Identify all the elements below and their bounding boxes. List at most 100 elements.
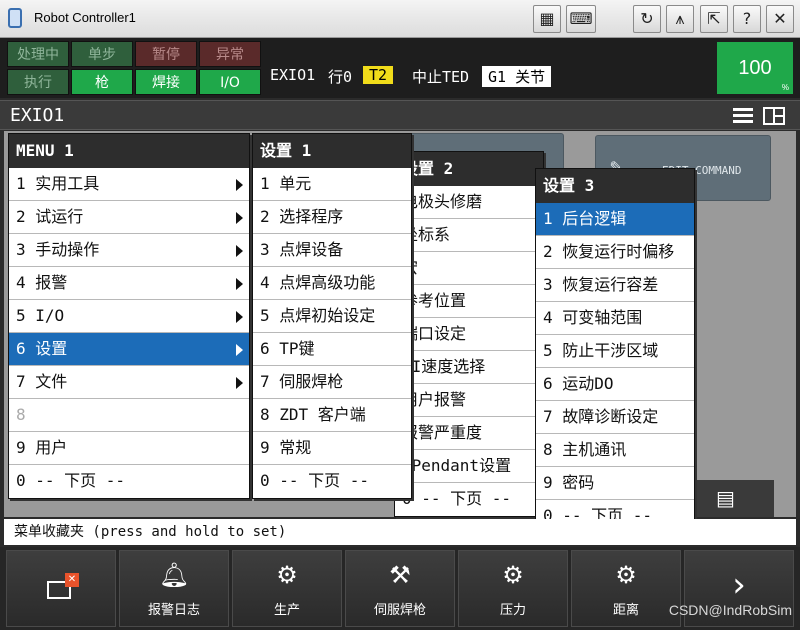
document-icon: ▤	[716, 486, 735, 510]
setup2-item-ipendant[interactable]: iPendant设置	[395, 450, 543, 483]
setup-menu-1: 设置 1 1 单元 2 选择程序 3 点焊设备 4 点焊高级功能 5 点焊初始设…	[252, 133, 412, 499]
main-menu: MENU 1 1 实用工具 2 试运行 3 手动操作 4 报警 5 I/O 6 …	[8, 133, 250, 499]
help-icon[interactable]: ?	[733, 5, 761, 33]
setup2-item-alarm-severity[interactable]: 报警严重度	[395, 417, 543, 450]
toolbar-pressure[interactable]: ⚙ 压力	[458, 550, 568, 627]
production-icon: ⚙	[276, 561, 298, 589]
distance-icon: ⚙	[615, 561, 637, 589]
setup3-item-var-axis-limits[interactable]: 4 可变轴范围	[536, 302, 694, 335]
setup1-item-spot-advanced[interactable]: 4 点焊高级功能	[253, 267, 411, 300]
setup2-item-user-alarm[interactable]: 用户报警	[395, 384, 543, 417]
status-group-badge: G1 关节	[482, 66, 552, 87]
program-name: EXIO1	[10, 105, 65, 126]
menu1-item-setup[interactable]: 6 设置	[9, 333, 249, 366]
setup1-item-servo-gun[interactable]: 7 伺服焊枪	[253, 366, 411, 399]
setup3-item-diagnosis[interactable]: 7 故障诊断设定	[536, 401, 694, 434]
setup1-item-cell[interactable]: 1 单元	[253, 168, 411, 201]
override-value: 100	[738, 57, 772, 79]
override-unit: %	[781, 83, 789, 92]
chevron-right-icon	[236, 344, 243, 356]
led-io: I/O	[199, 69, 261, 95]
setup3-item-resume-tolerance[interactable]: 3 恢复运行容差	[536, 269, 694, 302]
speed-override[interactable]: 100 %	[717, 42, 793, 94]
setup2-item-macro[interactable]: 宏	[395, 252, 543, 285]
servo-gun-icon: ⚒	[389, 561, 411, 589]
reset-icon[interactable]: ↻	[633, 5, 661, 33]
setup1-item-spot-equip[interactable]: 3 点焊设备	[253, 234, 411, 267]
toolbar-distance[interactable]: ⚙ 距离	[571, 550, 681, 627]
setup-menu-2-title: 设置 2	[395, 152, 543, 186]
bell-icon: 🔔︎	[158, 561, 190, 589]
program-header: EXIO1	[0, 100, 800, 130]
toolbar-servo-gun[interactable]: ⚒ 伺服焊枪	[345, 550, 455, 627]
setup3-item-interference[interactable]: 5 防止干涉区域	[536, 335, 694, 368]
setup1-item-prog-select[interactable]: 2 选择程序	[253, 201, 411, 234]
led-step: 单步	[71, 41, 133, 67]
setup2-item-di-speed[interactable]: DI速度选择	[395, 351, 543, 384]
status-mode-badge: T2	[363, 66, 394, 84]
background-doc-tile[interactable]: ▤	[694, 480, 774, 517]
setup3-item-motion-do[interactable]: 6 运动DO	[536, 368, 694, 401]
menu1-item-test-cycle[interactable]: 2 试运行	[9, 201, 249, 234]
setup2-item-ref-position[interactable]: 参考位置	[395, 285, 543, 318]
chevron-right-icon	[236, 245, 243, 257]
chevron-right-icon	[236, 311, 243, 323]
setup1-item-spot-init[interactable]: 5 点焊初始设定	[253, 300, 411, 333]
led-busy: 处理中	[7, 41, 69, 67]
setup1-item-general[interactable]: 9 常规	[253, 432, 411, 465]
title-bar: Robot Controller1 ▦ ⌨ ↻ ⩚ ⇱ ? ✕	[0, 0, 800, 38]
toolbar-window-button[interactable]: ✕	[6, 550, 116, 627]
toolbar-production[interactable]: ⚙ 生产	[232, 550, 342, 627]
red-x-icon: ✕	[65, 573, 79, 587]
toolbar-alarm-log[interactable]: 🔔︎ 报警日志	[119, 550, 229, 627]
window-title: Robot Controller1	[34, 10, 136, 25]
setup-menu-2: 设置 2 电极头修磨 坐标系 宏 参考位置 端口设定 DI速度选择 用户报警 报…	[394, 151, 544, 517]
setup3-item-bg-logic[interactable]: 1 后台逻辑	[536, 203, 694, 236]
signal-icon[interactable]: ⩚	[666, 5, 694, 33]
close-icon[interactable]: ✕	[766, 5, 794, 33]
menu1-item-alarm[interactable]: 4 报警	[9, 267, 249, 300]
chevron-right-icon: ›	[732, 565, 746, 605]
setup1-item-next-page[interactable]: 0 -- 下页 --	[253, 465, 411, 498]
led-hold: 暂停	[135, 41, 197, 67]
status-state: 中止TED	[412, 68, 470, 86]
chevron-right-icon	[236, 278, 243, 290]
chevron-right-icon	[236, 212, 243, 224]
menu1-item-io[interactable]: 5 I/O	[9, 300, 249, 333]
teach-pendant-icon[interactable]: ▦	[533, 5, 561, 33]
menu-lines-icon[interactable]	[733, 108, 753, 124]
setup-menu-1-title: 设置 1	[253, 134, 411, 168]
status-line-number: 行0	[328, 68, 353, 86]
setup2-item-next-page[interactable]: 0 -- 下页 --	[395, 483, 543, 516]
pressure-icon: ⚙	[502, 561, 524, 589]
split-window-icon[interactable]	[763, 107, 785, 125]
led-run: 执行	[7, 69, 69, 95]
menu1-item-next-page[interactable]: 0 -- 下页 --	[9, 465, 249, 498]
favorites-bar[interactable]: 菜单收藏夹 (press and hold to set)	[4, 519, 796, 545]
setup2-item-frames[interactable]: 坐标系	[395, 219, 543, 252]
menu1-item-8: 8	[9, 399, 249, 432]
popout-icon[interactable]: ⇱	[700, 5, 728, 33]
led-fault: 异常	[199, 41, 261, 67]
setup2-item-tip-dress[interactable]: 电极头修磨	[395, 186, 543, 219]
chevron-right-icon	[236, 377, 243, 389]
setup1-item-zdt-client[interactable]: 8 ZDT 客户端	[253, 399, 411, 432]
setup3-item-host-comm[interactable]: 8 主机通讯	[536, 434, 694, 467]
menu1-item-file[interactable]: 7 文件	[9, 366, 249, 399]
setup-menu-3-title: 设置 3	[536, 169, 694, 203]
menu1-item-user[interactable]: 9 用户	[9, 432, 249, 465]
bottom-toolbar: ✕ 🔔︎ 报警日志 ⚙ 生产 ⚒ 伺服焊枪 ⚙ 压力 ⚙ 距离 › CSDN@I…	[0, 547, 800, 630]
setup2-item-port-init[interactable]: 端口设定	[395, 318, 543, 351]
main-menu-title: MENU 1	[9, 134, 249, 168]
chevron-right-icon	[236, 179, 243, 191]
teach-pendant-app-icon	[8, 8, 22, 28]
setup-menu-3: 设置 3 1 后台逻辑 2 恢复运行时偏移 3 恢复运行容差 4 可变轴范围 5…	[535, 168, 695, 534]
setup3-item-password[interactable]: 9 密码	[536, 467, 694, 500]
watermark: CSDN@IndRobSim	[668, 602, 792, 618]
led-gun: 枪	[71, 69, 133, 95]
menu1-item-utilities[interactable]: 1 实用工具	[9, 168, 249, 201]
setup1-item-tp-keys[interactable]: 6 TP键	[253, 333, 411, 366]
keyboard-icon[interactable]: ⌨	[566, 5, 596, 33]
setup3-item-resume-offset[interactable]: 2 恢复运行时偏移	[536, 236, 694, 269]
menu1-item-manual[interactable]: 3 手动操作	[9, 234, 249, 267]
